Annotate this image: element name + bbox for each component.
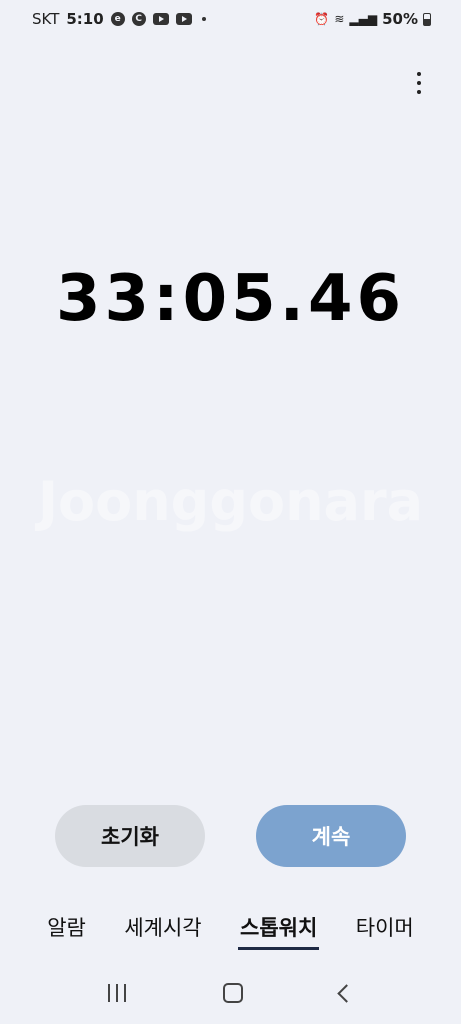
status-right: ⏰ ≋ ▂▄▆ 50% [314, 10, 431, 28]
status-time: 5:10 [66, 10, 104, 28]
status-bar: SKT 5:10 e C ⏰ ≋ ▂▄▆ 50% [0, 0, 461, 38]
notification-dot-icon [201, 17, 206, 21]
system-nav-bar [0, 968, 461, 1018]
stopwatch-time-display: 33:05.46 [55, 262, 406, 336]
c-circle-icon: e [110, 12, 125, 26]
status-left: SKT 5:10 e C [32, 10, 206, 28]
tab-alarm[interactable]: 알람 [47, 908, 86, 946]
battery-percent: 50% [382, 10, 418, 28]
alarm-clock-icon: ⏰ [314, 12, 330, 26]
home-icon[interactable] [222, 983, 243, 1003]
more-options-dot [417, 90, 421, 94]
carrier-label: SKT [32, 10, 60, 28]
youtube-icon [175, 13, 192, 25]
tab-bar: 알람 세계시각 스톱워치 타이머 [0, 905, 461, 950]
wifi-icon: ≋ [334, 12, 345, 26]
c-circle-icon: C [131, 12, 146, 26]
tab-stopwatch[interactable]: 스톱워치 [238, 908, 320, 950]
back-icon[interactable] [336, 983, 356, 1003]
recent-apps-icon[interactable] [108, 984, 127, 1002]
more-options-button[interactable] [408, 70, 430, 96]
battery-icon [423, 12, 431, 26]
reset-button[interactable]: 초기화 [55, 805, 205, 867]
more-options-dot [417, 81, 421, 85]
signal-icon: ▂▄▆ [349, 12, 378, 26]
more-options-dot [417, 72, 421, 76]
resume-button[interactable]: 계속 [256, 805, 406, 867]
tab-timer[interactable]: 타이머 [356, 908, 414, 946]
watermark-text: Joonggonara [37, 470, 424, 533]
youtube-icon [152, 13, 169, 25]
tab-world-clock[interactable]: 세계시각 [124, 908, 201, 946]
